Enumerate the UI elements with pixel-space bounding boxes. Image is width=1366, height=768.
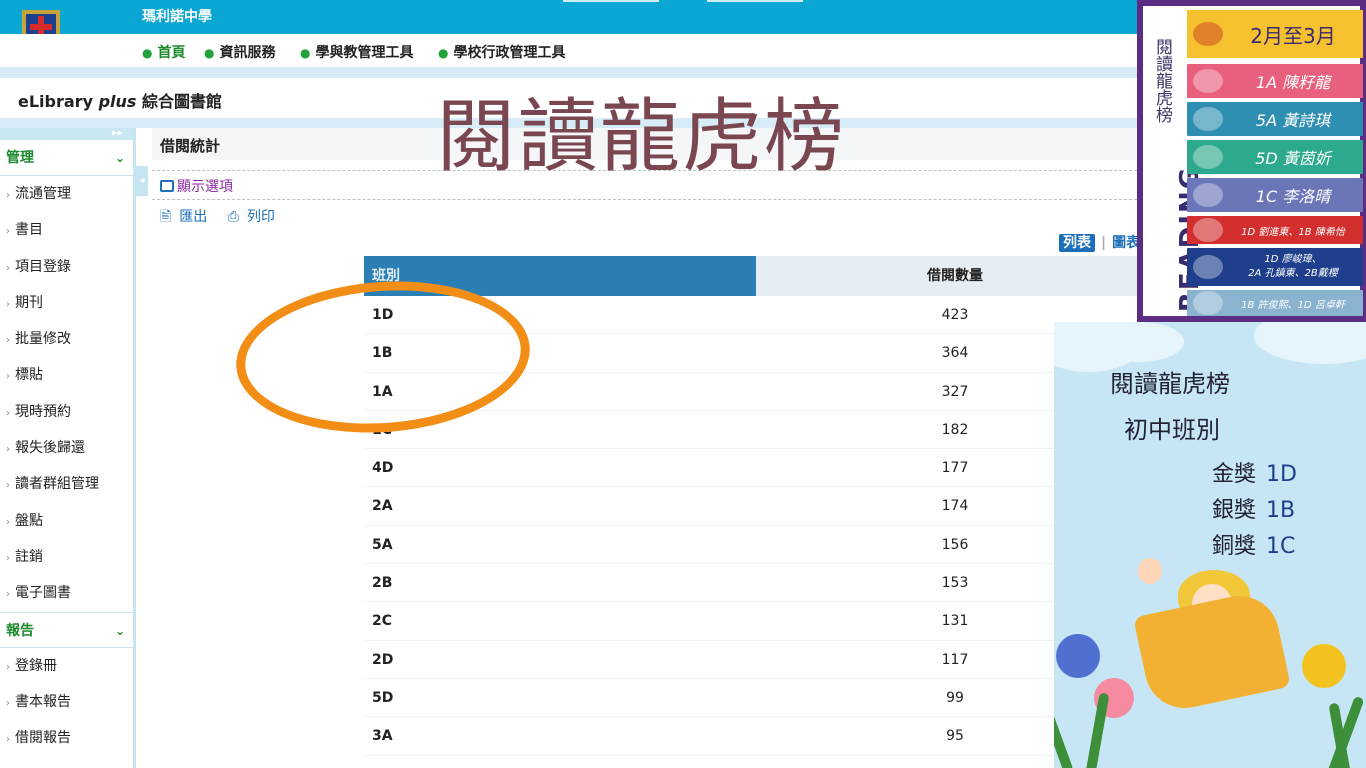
export-icon: 🖹: [160, 209, 172, 225]
table-row: 2D 117: [364, 641, 1154, 679]
nav-admin-tools[interactable]: ● 學校行政管理工具: [438, 42, 565, 62]
promo-subtitle: 初中班別: [1124, 416, 1220, 444]
table-row: 2B 153: [364, 564, 1154, 603]
award-silver: 銀獎 1B: [1212, 498, 1296, 523]
chevron-down-icon: ⌄: [114, 623, 125, 638]
table-row: 5D 99: [364, 679, 1154, 718]
sidebar-item-item-registration[interactable]: › 項目登錄: [0, 249, 133, 285]
table-header: 班別 借閱數量: [364, 256, 1154, 296]
table-row: 2C 131: [364, 602, 1154, 641]
sidebar-group-manage[interactable]: 管理 ⌄: [0, 140, 133, 176]
poster-entry: 1D 劉進東、1B 陳希怡: [1187, 216, 1363, 244]
sidebar-item-catalog[interactable]: › 書目: [0, 212, 133, 248]
open-book-illustration: [1133, 588, 1291, 716]
flower-illustration: [1056, 634, 1100, 678]
sidebar-item-ebooks[interactable]: › 電子圖書: [0, 575, 133, 611]
display-options-link[interactable]: 顯示選項: [160, 176, 233, 196]
reader-icon: [1193, 218, 1223, 242]
reader-icon: [1193, 69, 1223, 93]
nav-home[interactable]: ● 首頁: [142, 42, 185, 62]
class-cell: 2D: [372, 651, 394, 668]
chart-view-button[interactable]: 圖表: [1112, 235, 1140, 251]
poster-entry: 5A 黃詩琪: [1187, 102, 1363, 136]
table-row: 3A 95: [364, 717, 1154, 756]
print-icon: ⎙: [227, 209, 239, 225]
class-cell: 5A: [372, 536, 393, 553]
export-button[interactable]: 🖹 匯出: [160, 209, 215, 225]
poster-entry: 1A 陳籽龍: [1187, 64, 1363, 98]
sidebar-item-lost-return[interactable]: › 報失後歸還: [0, 430, 133, 466]
class-cell: 2C: [372, 613, 393, 630]
table-row: 2A 174: [364, 487, 1154, 526]
table-row: 1C 182: [364, 411, 1154, 450]
sidebar-item-labels[interactable]: › 標貼: [0, 357, 133, 393]
poster-entry: 5D 黃茵妡: [1187, 140, 1363, 174]
sidebar-item-periodicals[interactable]: › 期刊: [0, 285, 133, 321]
page-title: 借閱統計: [160, 137, 221, 155]
sidebar-group-reports[interactable]: 報告 ⌄: [0, 611, 133, 648]
chevron-left-icon: ◂: [139, 175, 145, 186]
class-cell: 2A: [372, 498, 393, 515]
header-tab-indicator: [707, 0, 803, 2]
sidebar-item-reader-groups[interactable]: › 讀者群組管理: [0, 466, 133, 502]
sidebar-item-circulation[interactable]: › 流通管理: [0, 176, 133, 212]
sidebar-item-reservations[interactable]: › 現時預約: [0, 394, 133, 430]
view-toggle: 列表 | 圖表: [1059, 232, 1140, 252]
export-print-row: 🖹 匯出 ⎙ 列印: [160, 206, 291, 230]
promo-title: 閱讀龍虎榜: [1110, 370, 1230, 398]
class-cell: 2B: [372, 575, 393, 592]
award-promo-panel: 閱讀龍虎榜 初中班別 金獎 1D 銀獎 1B 銅獎 1C: [1054, 322, 1366, 768]
sidebar: ▸▸ 管理 ⌄ › 流通管理 › 書目 › 項目登錄 › 期刊 › 批量修改 › 標貼 › 現時…: [0, 126, 136, 768]
flower-illustration: [1302, 644, 1346, 688]
reader-icon: [1193, 183, 1223, 207]
sidebar-collapse-handle[interactable]: ◂: [136, 166, 148, 196]
award-gold: 金獎 1D: [1212, 462, 1297, 487]
class-cell: 3A: [372, 728, 393, 745]
column-header-loans[interactable]: 借閱數量: [756, 256, 1154, 296]
ranking-poster: 閱讀龍虎榜 READING 2月至3月 1A 陳籽龍 5A 黃詩琪 5D 黃茵妡…: [1137, 0, 1366, 322]
sidebar-item-write-off[interactable]: › 註銷: [0, 539, 133, 575]
sidebar-item-book-report[interactable]: › 書本報告: [0, 684, 133, 720]
nav-teaching-tools[interactable]: ● 學與教管理工具: [300, 42, 413, 62]
sidebar-item-loan-report[interactable]: › 借閱報告: [0, 720, 133, 756]
poster-period-banner: 2月至3月: [1187, 10, 1363, 58]
print-button[interactable]: ⎙ 列印: [228, 209, 283, 225]
award-bronze: 銅獎 1C: [1212, 534, 1296, 559]
poster-entry: 1C 李洛晴: [1187, 178, 1363, 212]
list-view-button[interactable]: 列表: [1059, 234, 1095, 252]
poster-entry: 1B 許俊熙、1D 呂卓軒: [1187, 290, 1363, 316]
girl-illustration: [1138, 558, 1162, 584]
reader-icon: [1193, 255, 1223, 279]
sidebar-item-batch-edit[interactable]: › 批量修改: [0, 321, 133, 357]
sidebar-item-register[interactable]: › 登錄冊: [0, 648, 133, 684]
header-tab-indicator: [563, 0, 659, 2]
castle-icon: [1193, 22, 1223, 46]
reader-icon: [1193, 145, 1223, 169]
table-row: 4D 177: [364, 449, 1154, 488]
class-cell: 4D: [372, 460, 394, 477]
school-name: 瑪利諾中學: [142, 9, 212, 25]
reader-icon: [1193, 291, 1223, 315]
sidebar-expand-bar[interactable]: ▸▸: [0, 126, 133, 140]
nav-info-services[interactable]: ● 資訊服務: [204, 42, 275, 62]
loan-count-cell: 423: [941, 307, 969, 323]
poster-entry: 1D 廖峻瑋、 2A 孔鎮東、2B戴櫻: [1187, 248, 1363, 286]
options-icon: [160, 180, 174, 192]
app-title: eLibrary plus 綜合圖書館: [18, 92, 222, 111]
double-chevron-icon: ▸▸: [111, 126, 123, 139]
reader-icon: [1193, 107, 1223, 131]
sidebar-item-stocktake[interactable]: › 盤點: [0, 503, 133, 539]
class-cell: 5D: [372, 689, 394, 706]
table-row: 5A 156: [364, 526, 1154, 565]
chevron-down-icon: ⌄: [114, 151, 125, 165]
poster-side-title: 閱讀龍虎榜: [1152, 38, 1172, 123]
overlay-title: 閱讀龍虎榜: [436, 90, 846, 183]
